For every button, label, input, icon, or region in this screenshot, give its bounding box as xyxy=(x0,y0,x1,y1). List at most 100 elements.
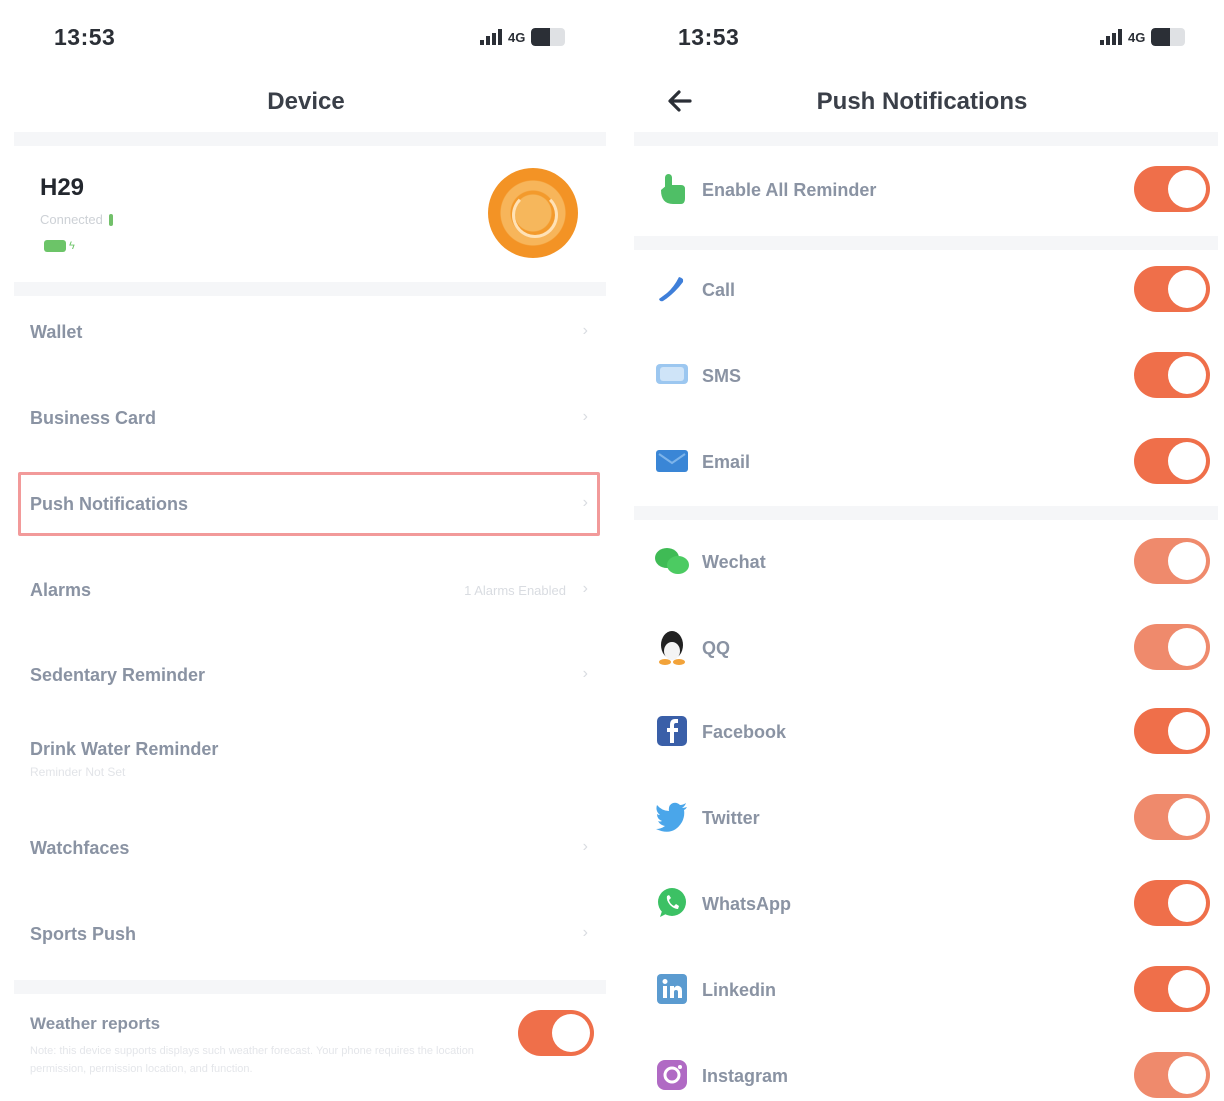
notif-label: Facebook xyxy=(702,722,787,742)
facebook-icon xyxy=(654,713,690,749)
status-bar: 13:53 4G xyxy=(0,22,612,54)
status-icons: 4G xyxy=(1100,28,1186,46)
status-bar: 13:53 4G xyxy=(620,22,1224,54)
notif-row-qq: QQ xyxy=(620,614,1224,684)
menu-item-sedentary-reminder[interactable]: Sedentary Reminder › xyxy=(0,635,612,719)
chevron-right-icon: › xyxy=(582,924,588,941)
menu-item-watchfaces[interactable]: Watchfaces › xyxy=(0,808,612,892)
notif-row-sms: SMS xyxy=(620,342,1224,412)
notif-row-linkedin: Linkedin xyxy=(620,956,1224,1026)
enable-all-row: Enable All Reminder xyxy=(620,156,1224,226)
status-time: 13:53 xyxy=(678,24,740,50)
divider xyxy=(14,980,606,994)
twitter-icon xyxy=(654,799,690,835)
device-card[interactable]: H29 Connected ϟ xyxy=(0,150,612,280)
menu-item-sports-push[interactable]: Sports Push › xyxy=(0,894,612,978)
qq-toggle[interactable] xyxy=(1134,624,1210,670)
enable-all-toggle[interactable] xyxy=(1134,166,1210,212)
notif-label: Linkedin xyxy=(702,980,777,1000)
notif-row-wechat: Wechat xyxy=(620,528,1224,598)
notif-row-email: Email xyxy=(620,428,1224,498)
device-name: H29 xyxy=(40,174,85,201)
signal-icon xyxy=(480,29,502,45)
chevron-right-icon: › xyxy=(582,665,588,682)
wechat-icon xyxy=(654,543,690,579)
notif-label: Call xyxy=(702,280,736,300)
chevron-right-icon: › xyxy=(582,838,588,855)
divider xyxy=(634,132,1218,146)
menu-item-label: Sedentary Reminder xyxy=(30,665,206,685)
notif-label: SMS xyxy=(702,366,742,386)
page-title: Push Notifications xyxy=(816,88,1028,115)
weather-reports-toggle[interactable] xyxy=(518,1010,594,1056)
email-icon xyxy=(654,443,690,479)
nav-bar: Device xyxy=(0,76,612,128)
twitter-toggle[interactable] xyxy=(1134,794,1210,840)
chevron-right-icon: › xyxy=(582,580,588,597)
weather-reports-description: Note: this device supports displays such… xyxy=(30,1045,474,1075)
connection-status-text: Connected xyxy=(40,212,103,227)
linkedin-icon xyxy=(654,971,690,1007)
notif-row-instagram: Instagram xyxy=(620,1042,1224,1101)
notif-label: Email xyxy=(702,452,751,472)
wechat-toggle[interactable] xyxy=(1134,538,1210,584)
menu-item-label: Wallet xyxy=(30,322,83,342)
whatsapp-icon xyxy=(654,885,690,921)
notif-row-facebook: Facebook xyxy=(620,698,1224,768)
notif-row-whatsapp: WhatsApp xyxy=(620,870,1224,940)
signal-icon xyxy=(1100,29,1122,45)
status-time: 13:53 xyxy=(54,24,116,50)
instagram-toggle[interactable] xyxy=(1134,1052,1210,1098)
notif-label: WhatsApp xyxy=(702,894,791,914)
network-type: 4G xyxy=(508,29,526,45)
device-battery-icon: ϟ xyxy=(44,240,75,252)
menu-item-label: Drink Water Reminder xyxy=(30,739,219,759)
email-toggle[interactable] xyxy=(1134,438,1210,484)
sms-icon xyxy=(654,357,690,393)
divider xyxy=(634,506,1218,520)
notif-label: Instagram xyxy=(702,1066,789,1086)
qq-icon xyxy=(654,629,690,665)
battery-icon xyxy=(1151,28,1186,46)
weather-reports-row: Weather reports Note: this device suppor… xyxy=(0,996,612,1101)
notif-row-twitter: Twitter xyxy=(620,784,1224,854)
hand-tap-icon xyxy=(654,171,690,207)
highlight-box xyxy=(18,472,600,536)
menu-item-drink-water-reminder[interactable]: Drink Water Reminder Reminder Not Set xyxy=(0,709,612,793)
menu-item-alarms[interactable]: Alarms 1 Alarms Enabled › xyxy=(0,550,612,634)
linkedin-toggle[interactable] xyxy=(1134,966,1210,1012)
connection-dot-icon xyxy=(108,213,113,226)
network-type: 4G xyxy=(1128,29,1146,45)
chevron-right-icon: › xyxy=(582,322,588,339)
call-toggle[interactable] xyxy=(1134,266,1210,312)
facebook-toggle[interactable] xyxy=(1134,708,1210,754)
notif-label: Twitter xyxy=(702,808,760,828)
enable-all-label: Enable All Reminder xyxy=(702,180,877,200)
menu-item-label: Business Card xyxy=(30,408,157,428)
whatsapp-toggle[interactable] xyxy=(1134,880,1210,926)
sms-toggle[interactable] xyxy=(1134,352,1210,398)
page-title: Device xyxy=(267,88,345,115)
nav-bar: Push Notifications xyxy=(620,76,1224,128)
push-notifications-screen: 13:53 4G Push Notifications Enable All R… xyxy=(620,0,1224,1101)
instagram-icon xyxy=(654,1057,690,1093)
menu-item-sub: Reminder Not Set xyxy=(30,765,126,779)
status-icons: 4G xyxy=(480,28,566,46)
menu-item-label: Alarms xyxy=(30,580,92,600)
notif-label: Wechat xyxy=(702,552,766,572)
chevron-right-icon: › xyxy=(582,408,588,425)
menu-item-wallet[interactable]: Wallet › xyxy=(0,292,612,376)
menu-item-business-card[interactable]: Business Card › xyxy=(0,378,612,462)
notif-row-call: Call xyxy=(620,256,1224,326)
watch-image xyxy=(488,168,578,258)
menu-item-label: Watchfaces xyxy=(30,838,130,858)
menu-item-label: Sports Push xyxy=(30,924,137,944)
phone-icon xyxy=(654,271,690,307)
alarms-value: 1 Alarms Enabled xyxy=(464,583,566,598)
notif-label: QQ xyxy=(702,638,731,658)
weather-reports-label: Weather reports xyxy=(30,1014,161,1033)
divider xyxy=(634,236,1218,250)
battery-icon xyxy=(531,28,566,46)
divider xyxy=(14,132,606,146)
device-screen: 13:53 4G Device H29 Connected ϟ Wallet ›… xyxy=(0,0,612,1101)
